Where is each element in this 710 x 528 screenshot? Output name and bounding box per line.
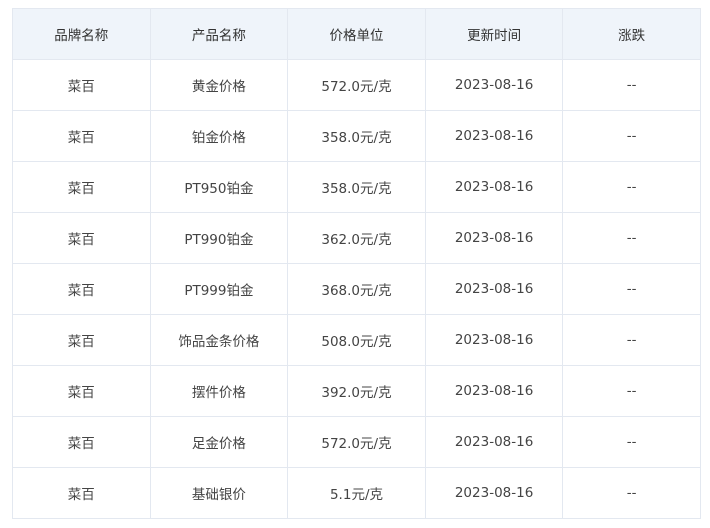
table-row: 菜百 基础银价 5.1元/克 2023-08-16 -- — [12, 467, 701, 519]
cell-change: -- — [562, 161, 701, 213]
cell-date: 2023-08-16 — [424, 467, 564, 519]
table-row: 菜百 PT950铂金 358.0元/克 2023-08-16 -- — [12, 161, 701, 213]
cell-product: 黄金价格 — [149, 59, 289, 111]
cell-price: 572.0元/克 — [287, 416, 426, 468]
cell-brand: 菜百 — [12, 263, 151, 315]
table-row: 菜百 摆件价格 392.0元/克 2023-08-16 -- — [12, 365, 701, 417]
cell-date: 2023-08-16 — [424, 161, 564, 213]
cell-product: PT999铂金 — [149, 263, 289, 315]
cell-change: -- — [562, 263, 701, 315]
table-row: 菜百 足金价格 572.0元/克 2023-08-16 -- — [12, 416, 701, 468]
cell-product: PT990铂金 — [149, 212, 289, 264]
cell-brand: 菜百 — [12, 212, 151, 264]
cell-price: 368.0元/克 — [287, 263, 426, 315]
cell-change: -- — [562, 416, 701, 468]
cell-change: -- — [562, 110, 701, 162]
header-brand: 品牌名称 — [12, 8, 151, 60]
table-body: 菜百 黄金价格 572.0元/克 2023-08-16 -- 菜百 铂金价格 3… — [12, 59, 701, 519]
header-product: 产品名称 — [149, 8, 289, 60]
cell-brand: 菜百 — [12, 59, 151, 111]
cell-change: -- — [562, 314, 701, 366]
header-price-unit: 价格单位 — [287, 8, 426, 60]
cell-change: -- — [562, 365, 701, 417]
cell-price: 358.0元/克 — [287, 161, 426, 213]
cell-brand: 菜百 — [12, 365, 151, 417]
cell-date: 2023-08-16 — [424, 416, 564, 468]
cell-price: 508.0元/克 — [287, 314, 426, 366]
cell-change: -- — [562, 59, 701, 111]
table-header: 品牌名称 产品名称 价格单位 更新时间 涨跌 — [12, 8, 701, 60]
table-row: 菜百 黄金价格 572.0元/克 2023-08-16 -- — [12, 59, 701, 111]
cell-brand: 菜百 — [12, 314, 151, 366]
gold-price-table: 品牌名称 产品名称 价格单位 更新时间 涨跌 菜百 黄金价格 572.0元/克 … — [12, 8, 701, 519]
cell-date: 2023-08-16 — [424, 314, 564, 366]
table-row: 菜百 铂金价格 358.0元/克 2023-08-16 -- — [12, 110, 701, 162]
cell-price: 358.0元/克 — [287, 110, 426, 162]
table-row: 菜百 饰品金条价格 508.0元/克 2023-08-16 -- — [12, 314, 701, 366]
cell-price: 572.0元/克 — [287, 59, 426, 111]
cell-change: -- — [562, 212, 701, 264]
header-row: 品牌名称 产品名称 价格单位 更新时间 涨跌 — [12, 8, 701, 60]
cell-product: 摆件价格 — [149, 365, 289, 417]
cell-price: 5.1元/克 — [287, 467, 426, 519]
cell-product: PT950铂金 — [149, 161, 289, 213]
cell-date: 2023-08-16 — [424, 212, 564, 264]
cell-product: 铂金价格 — [149, 110, 289, 162]
header-change: 涨跌 — [562, 8, 701, 60]
cell-brand: 菜百 — [12, 467, 151, 519]
cell-price: 362.0元/克 — [287, 212, 426, 264]
cell-change: -- — [562, 467, 701, 519]
cell-price: 392.0元/克 — [287, 365, 426, 417]
cell-product: 足金价格 — [149, 416, 289, 468]
cell-date: 2023-08-16 — [424, 365, 564, 417]
cell-product: 基础银价 — [149, 467, 289, 519]
cell-date: 2023-08-16 — [424, 59, 564, 111]
price-table-container: 品牌名称 产品名称 价格单位 更新时间 涨跌 菜百 黄金价格 572.0元/克 … — [12, 8, 701, 519]
cell-date: 2023-08-16 — [424, 263, 564, 315]
cell-brand: 菜百 — [12, 110, 151, 162]
cell-brand: 菜百 — [12, 161, 151, 213]
header-update-time: 更新时间 — [424, 8, 564, 60]
cell-date: 2023-08-16 — [424, 110, 564, 162]
cell-brand: 菜百 — [12, 416, 151, 468]
table-row: 菜百 PT990铂金 362.0元/克 2023-08-16 -- — [12, 212, 701, 264]
table-row: 菜百 PT999铂金 368.0元/克 2023-08-16 -- — [12, 263, 701, 315]
cell-product: 饰品金条价格 — [149, 314, 289, 366]
